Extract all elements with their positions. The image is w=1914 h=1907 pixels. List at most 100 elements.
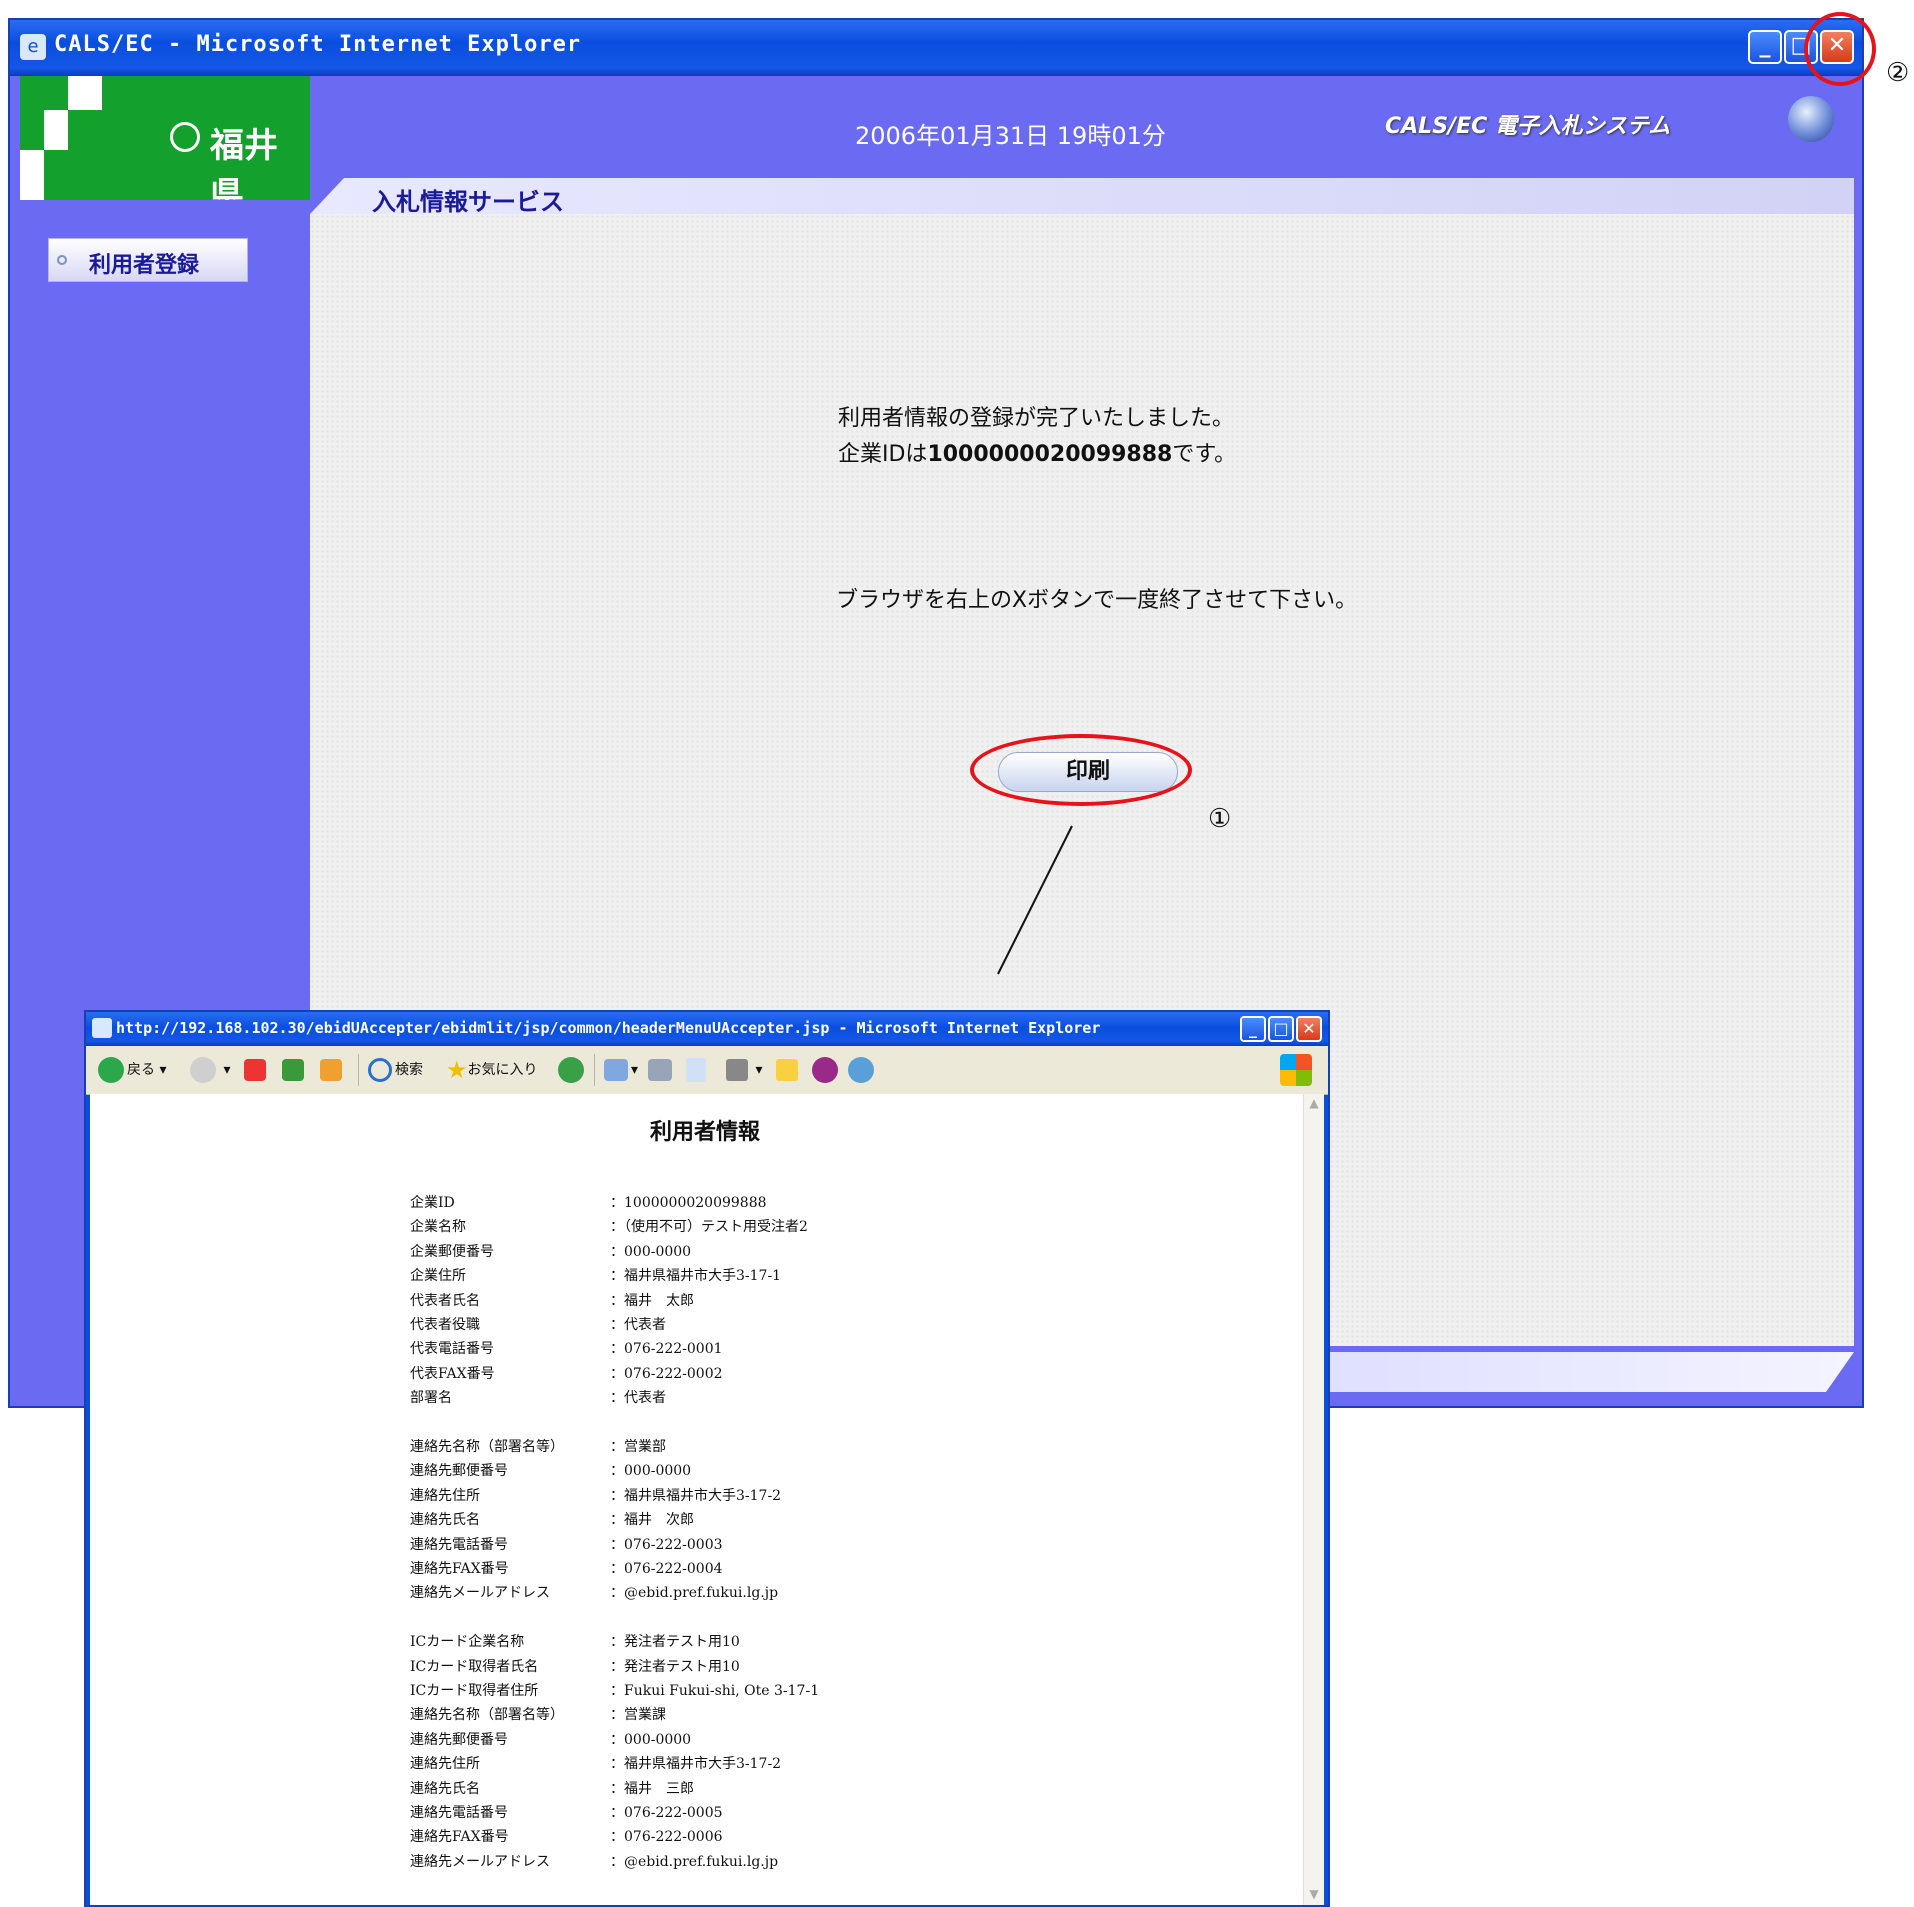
- history-icon: [558, 1057, 584, 1083]
- logo-text: 福井県: [210, 126, 278, 200]
- browser-toolbar: 戻る ▾ ▾ 検索 ★お気に入り ▾ ▾: [86, 1046, 1328, 1095]
- printer-icon: [648, 1059, 672, 1081]
- messenger-icon: [812, 1057, 838, 1083]
- info-value: 076-222-0006: [610, 1826, 723, 1846]
- page-icon: [686, 1058, 706, 1082]
- info-value: 発注者テスト用10: [610, 1656, 740, 1676]
- popup-close-button[interactable]: ✕: [1296, 1016, 1322, 1042]
- info-label: 企業ID: [410, 1195, 455, 1211]
- info-label: 代表FAX番号: [410, 1365, 495, 1382]
- info-label: 連絡先名称（部署名等）: [410, 1439, 564, 1455]
- info-label: 連絡先住所: [410, 1756, 480, 1773]
- info-value: Fukui Fukui-shi, Ote 3-17-1: [610, 1680, 819, 1700]
- annotation-leader-line: [997, 825, 1073, 975]
- info-value: 076-222-0001: [610, 1338, 723, 1358]
- stop-icon: [244, 1059, 266, 1081]
- close-browser-instruction: ブラウザを右上のXボタンで一度終了させて下さい。: [836, 588, 1358, 613]
- main-title-bar[interactable]: e CALS/EC - Microsoft Internet Explorer …: [10, 20, 1862, 76]
- info-value: 1000000020099888: [610, 1192, 767, 1212]
- info-value: 福井 次郎: [610, 1509, 694, 1529]
- info-value: 営業部: [610, 1436, 666, 1456]
- info-value: 営業課: [610, 1704, 666, 1724]
- messenger-button[interactable]: [812, 1056, 841, 1084]
- home-icon: [320, 1059, 342, 1081]
- back-button[interactable]: 戻る ▾: [98, 1056, 166, 1084]
- info-value: 福井 太郎: [610, 1290, 694, 1310]
- annotation-number-1: ①: [1208, 804, 1232, 834]
- mail-button[interactable]: ▾: [604, 1056, 638, 1084]
- info-value: 076-222-0002: [610, 1363, 723, 1383]
- system-name: CALS/EC 電子入札システム: [1385, 114, 1671, 139]
- vertical-scrollbar[interactable]: ▲ ▼: [1303, 1094, 1324, 1905]
- note-icon: [776, 1059, 798, 1081]
- info-label: 連絡先FAX番号: [410, 1829, 509, 1846]
- main-window-title: CALS/EC - Microsoft Internet Explorer: [54, 32, 582, 57]
- mail-icon: [604, 1059, 628, 1081]
- fukui-logo: 福井県: [20, 76, 310, 200]
- research-button[interactable]: [848, 1056, 877, 1084]
- info-value: 発注者テスト用10: [610, 1631, 740, 1651]
- close-button-highlight: [1804, 12, 1876, 86]
- ie-icon: e: [20, 34, 46, 60]
- datetime: 2006年01月31日 19時01分: [855, 122, 1166, 150]
- document-title: 利用者情報: [650, 1120, 761, 1145]
- info-label: 連絡先メールアドレス: [410, 1585, 550, 1602]
- info-value: 076-222-0005: [610, 1802, 723, 1822]
- info-label: 連絡先電話番号: [410, 1536, 508, 1553]
- info-value: 福井県福井市大手3-17-2: [610, 1753, 781, 1773]
- popup-window-title: http://192.168.102.30/ebidUAccepter/ebid…: [116, 1019, 1101, 1037]
- popup-title-bar[interactable]: http://192.168.102.30/ebidUAccepter/ebid…: [86, 1012, 1328, 1046]
- section-title: 入札情報サービス: [372, 188, 564, 216]
- info-label: 連絡先FAX番号: [410, 1561, 509, 1577]
- history-button[interactable]: [558, 1056, 587, 1084]
- section-band: 入札情報サービス: [310, 178, 1854, 216]
- info-label: 連絡先名称（部署名等）: [410, 1707, 564, 1724]
- info-value: （使用不可）テスト用受注者2: [610, 1216, 808, 1236]
- sidebar-item-user-registration[interactable]: 利用者登録: [48, 238, 248, 282]
- info-label: 連絡先住所: [410, 1487, 480, 1504]
- company-id-value: 1000000020099888: [927, 442, 1173, 467]
- info-value: 076-222-0003: [610, 1534, 723, 1554]
- windows-logo-icon: [1280, 1054, 1312, 1086]
- star-icon: ★: [446, 1056, 468, 1084]
- refresh-button[interactable]: [282, 1056, 307, 1084]
- scroll-down-arrow-icon[interactable]: ▼: [1306, 1887, 1322, 1903]
- stop-button[interactable]: [244, 1056, 269, 1084]
- info-label: 企業郵便番号: [410, 1243, 494, 1260]
- info-label: 連絡先氏名: [410, 1780, 480, 1797]
- info-value: @ebid.pref.fukui.lg.jp: [610, 1582, 778, 1602]
- minimize-button[interactable]: _: [1748, 30, 1782, 64]
- print-toolbar-button[interactable]: [648, 1056, 675, 1084]
- info-value: 000-0000: [610, 1241, 691, 1261]
- favorites-button[interactable]: ★お気に入り: [446, 1056, 538, 1084]
- ie-icon: [92, 1018, 112, 1038]
- info-value: 福井県福井市大手3-17-1: [610, 1265, 781, 1285]
- info-value: 代表者: [610, 1387, 666, 1407]
- popup-minimize-button[interactable]: _: [1240, 1016, 1266, 1042]
- popup-maximize-button[interactable]: □: [1268, 1016, 1294, 1042]
- help-orb-icon[interactable]: [1788, 96, 1834, 142]
- info-label: 連絡先郵便番号: [410, 1731, 508, 1748]
- info-label: ICカード取得者住所: [410, 1683, 539, 1699]
- info-label: 企業名称: [410, 1219, 466, 1236]
- info-label: 代表者氏名: [410, 1292, 480, 1309]
- scroll-up-arrow-icon[interactable]: ▲: [1306, 1096, 1322, 1112]
- forward-arrow-icon: [190, 1057, 216, 1083]
- info-label: ICカード取得者氏名: [410, 1658, 539, 1675]
- notes-button[interactable]: [776, 1056, 801, 1084]
- info-value: 福井 三郎: [610, 1778, 694, 1798]
- completion-message: 利用者情報の登録が完了いたしました。: [838, 406, 1235, 431]
- info-label: 代表者役職: [410, 1317, 480, 1333]
- edit-button[interactable]: [686, 1056, 709, 1084]
- info-label: 連絡先電話番号: [410, 1805, 508, 1821]
- info-label: 企業住所: [410, 1268, 466, 1285]
- popup-document: 利用者情報 企業ID 1000000020099888 企業名称 （使用不可）テスト用…: [90, 1094, 1324, 1905]
- info-label: 連絡先郵便番号: [410, 1463, 508, 1480]
- home-button[interactable]: [320, 1056, 345, 1084]
- people-icon: [848, 1057, 874, 1083]
- info-label: ICカード企業名称: [410, 1634, 525, 1651]
- forward-button[interactable]: ▾: [190, 1056, 230, 1084]
- word-button[interactable]: ▾: [726, 1056, 762, 1084]
- word-icon: [726, 1059, 748, 1081]
- search-button[interactable]: 検索: [368, 1056, 423, 1084]
